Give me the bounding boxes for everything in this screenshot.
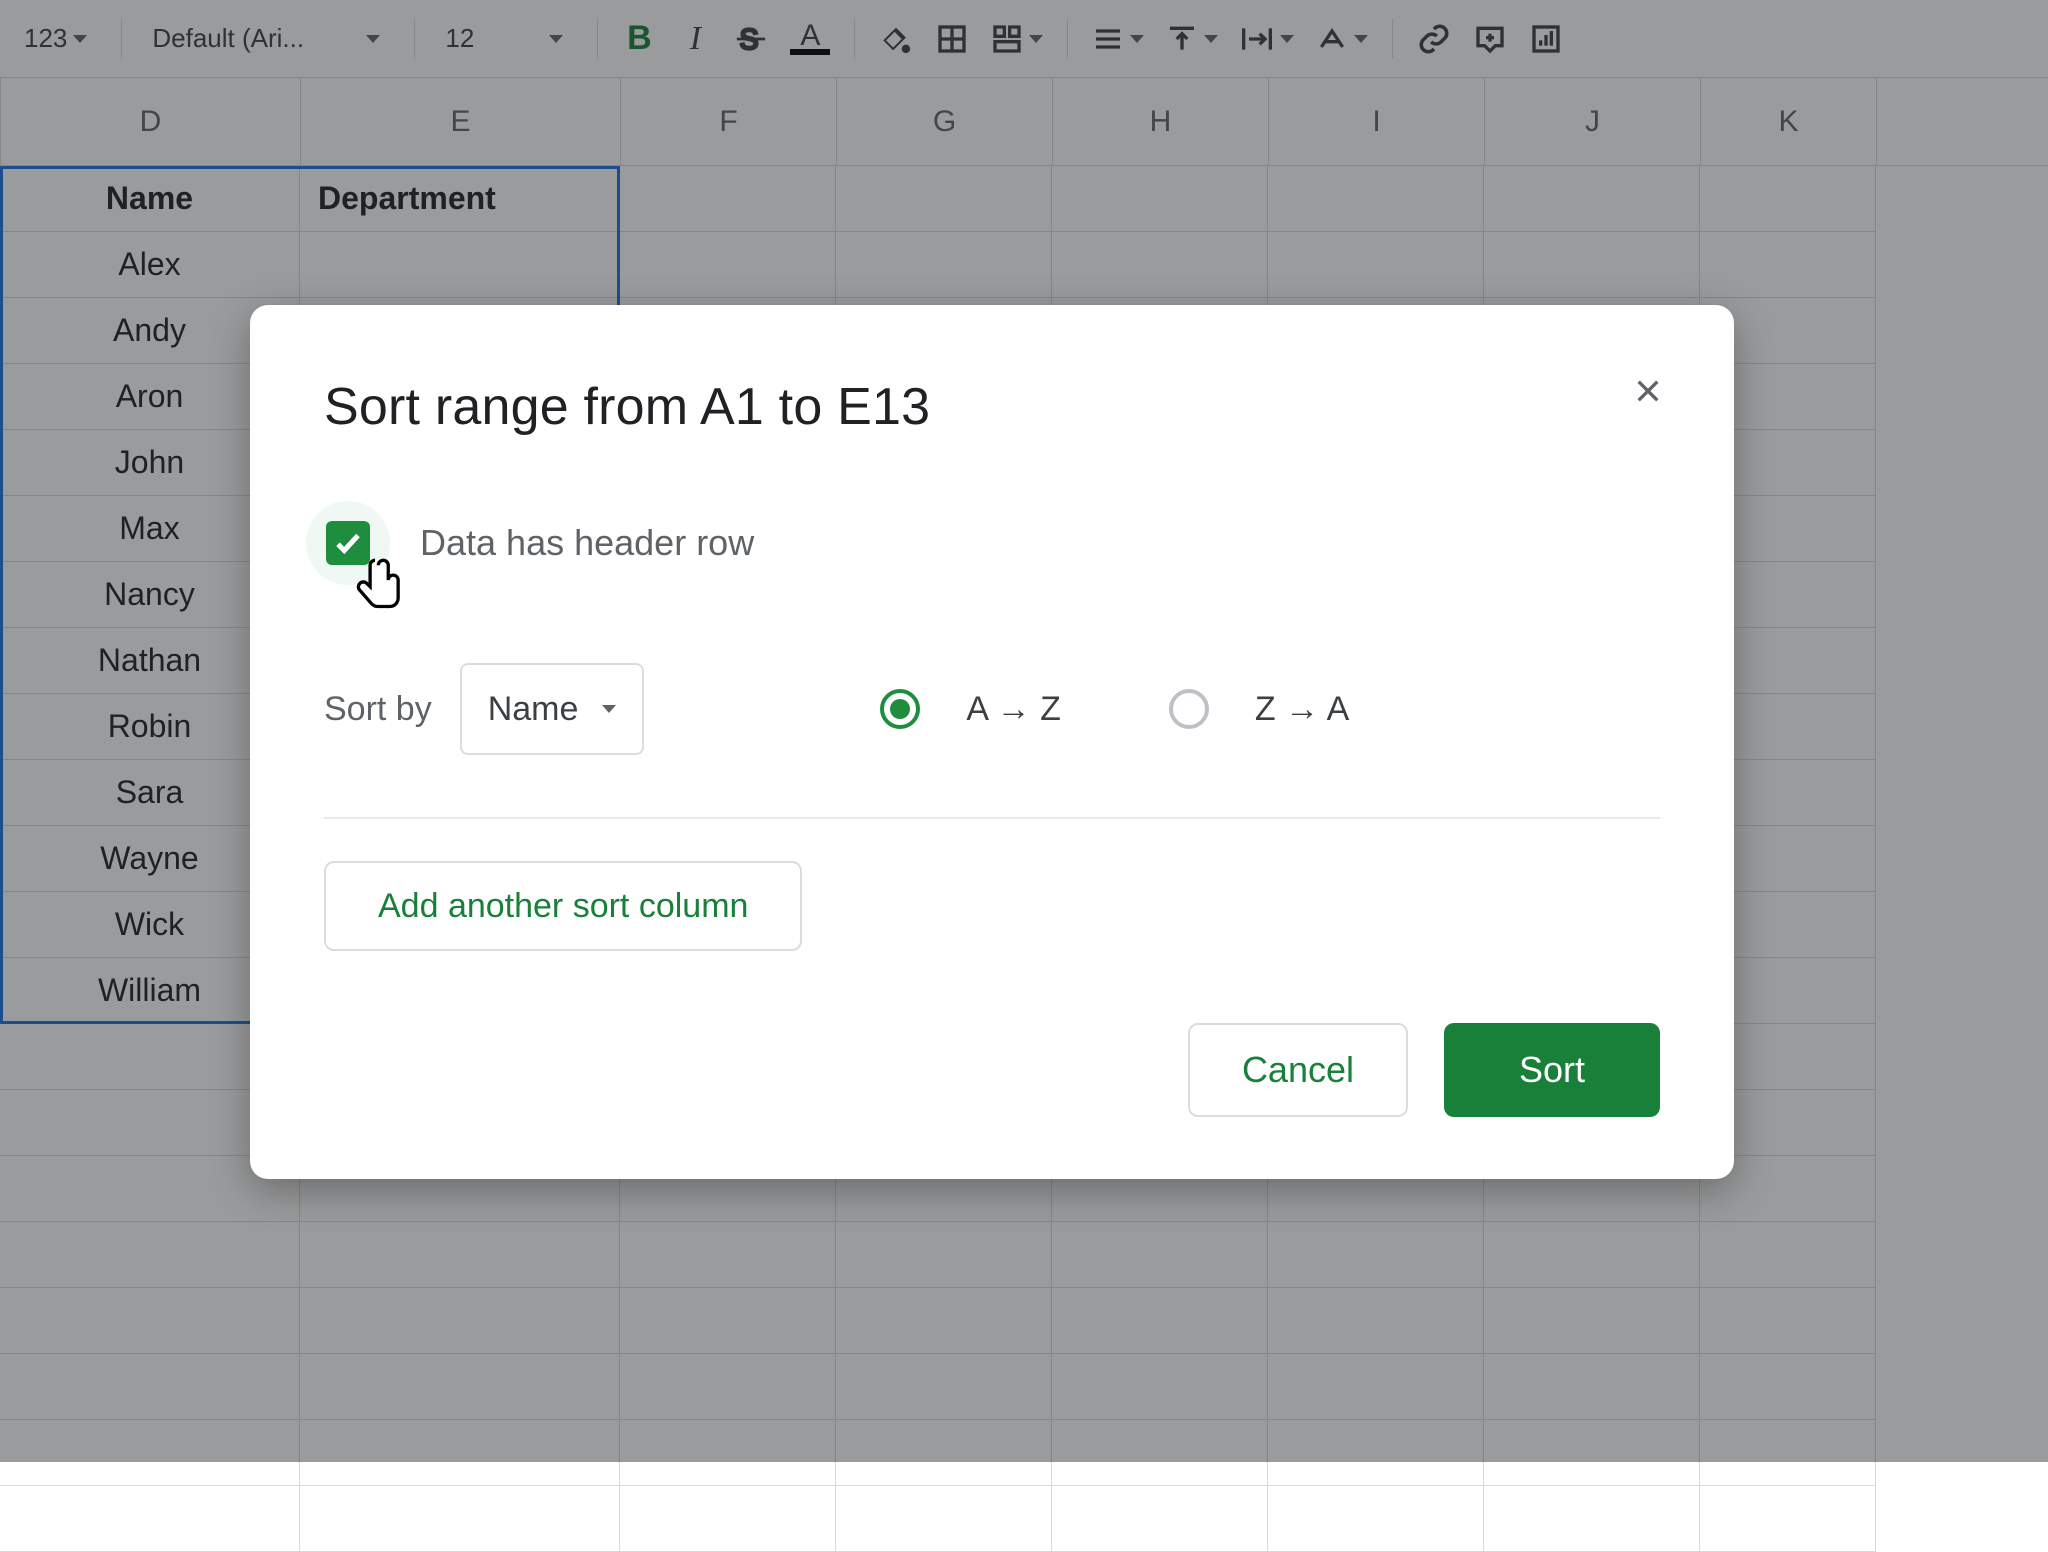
radio-a-to-z[interactable] bbox=[880, 689, 920, 729]
cell[interactable] bbox=[0, 1486, 300, 1552]
cell[interactable] bbox=[1700, 1486, 1876, 1552]
sort-by-label: Sort by bbox=[324, 690, 432, 729]
sort-by-dropdown[interactable]: Name bbox=[460, 663, 645, 755]
cell[interactable] bbox=[1484, 1486, 1700, 1552]
cell[interactable] bbox=[1268, 1486, 1484, 1552]
sort-by-value: Name bbox=[488, 690, 579, 729]
cancel-button-label: Cancel bbox=[1242, 1049, 1354, 1091]
radio-a-to-z-label: A → Z bbox=[966, 690, 1060, 729]
checkbox-ripple bbox=[306, 501, 390, 585]
cell[interactable] bbox=[300, 1486, 620, 1552]
sheet-row bbox=[0, 1486, 2048, 1552]
cell[interactable] bbox=[836, 1486, 1052, 1552]
divider bbox=[324, 817, 1660, 819]
cell[interactable] bbox=[1052, 1486, 1268, 1552]
radio-z-to-a[interactable] bbox=[1169, 689, 1209, 729]
dialog-title: Sort range from A1 to E13 bbox=[324, 377, 1660, 437]
add-sort-column-button[interactable]: Add another sort column bbox=[324, 861, 802, 951]
cell[interactable] bbox=[620, 1486, 836, 1552]
caret-down-icon bbox=[602, 705, 616, 713]
add-sort-column-label: Add another sort column bbox=[378, 887, 748, 926]
cancel-button[interactable]: Cancel bbox=[1188, 1023, 1408, 1117]
sort-range-dialog: Sort range from A1 to E13 Data has heade… bbox=[250, 305, 1734, 1179]
close-icon bbox=[1632, 375, 1664, 407]
header-row-checkbox-label: Data has header row bbox=[420, 522, 754, 564]
checkmark-icon bbox=[333, 528, 363, 558]
radio-z-to-a-label: Z → A bbox=[1255, 690, 1349, 729]
close-button[interactable] bbox=[1620, 363, 1676, 419]
sort-button-label: Sort bbox=[1519, 1049, 1585, 1091]
sort-button[interactable]: Sort bbox=[1444, 1023, 1660, 1117]
header-row-checkbox[interactable] bbox=[326, 521, 370, 565]
